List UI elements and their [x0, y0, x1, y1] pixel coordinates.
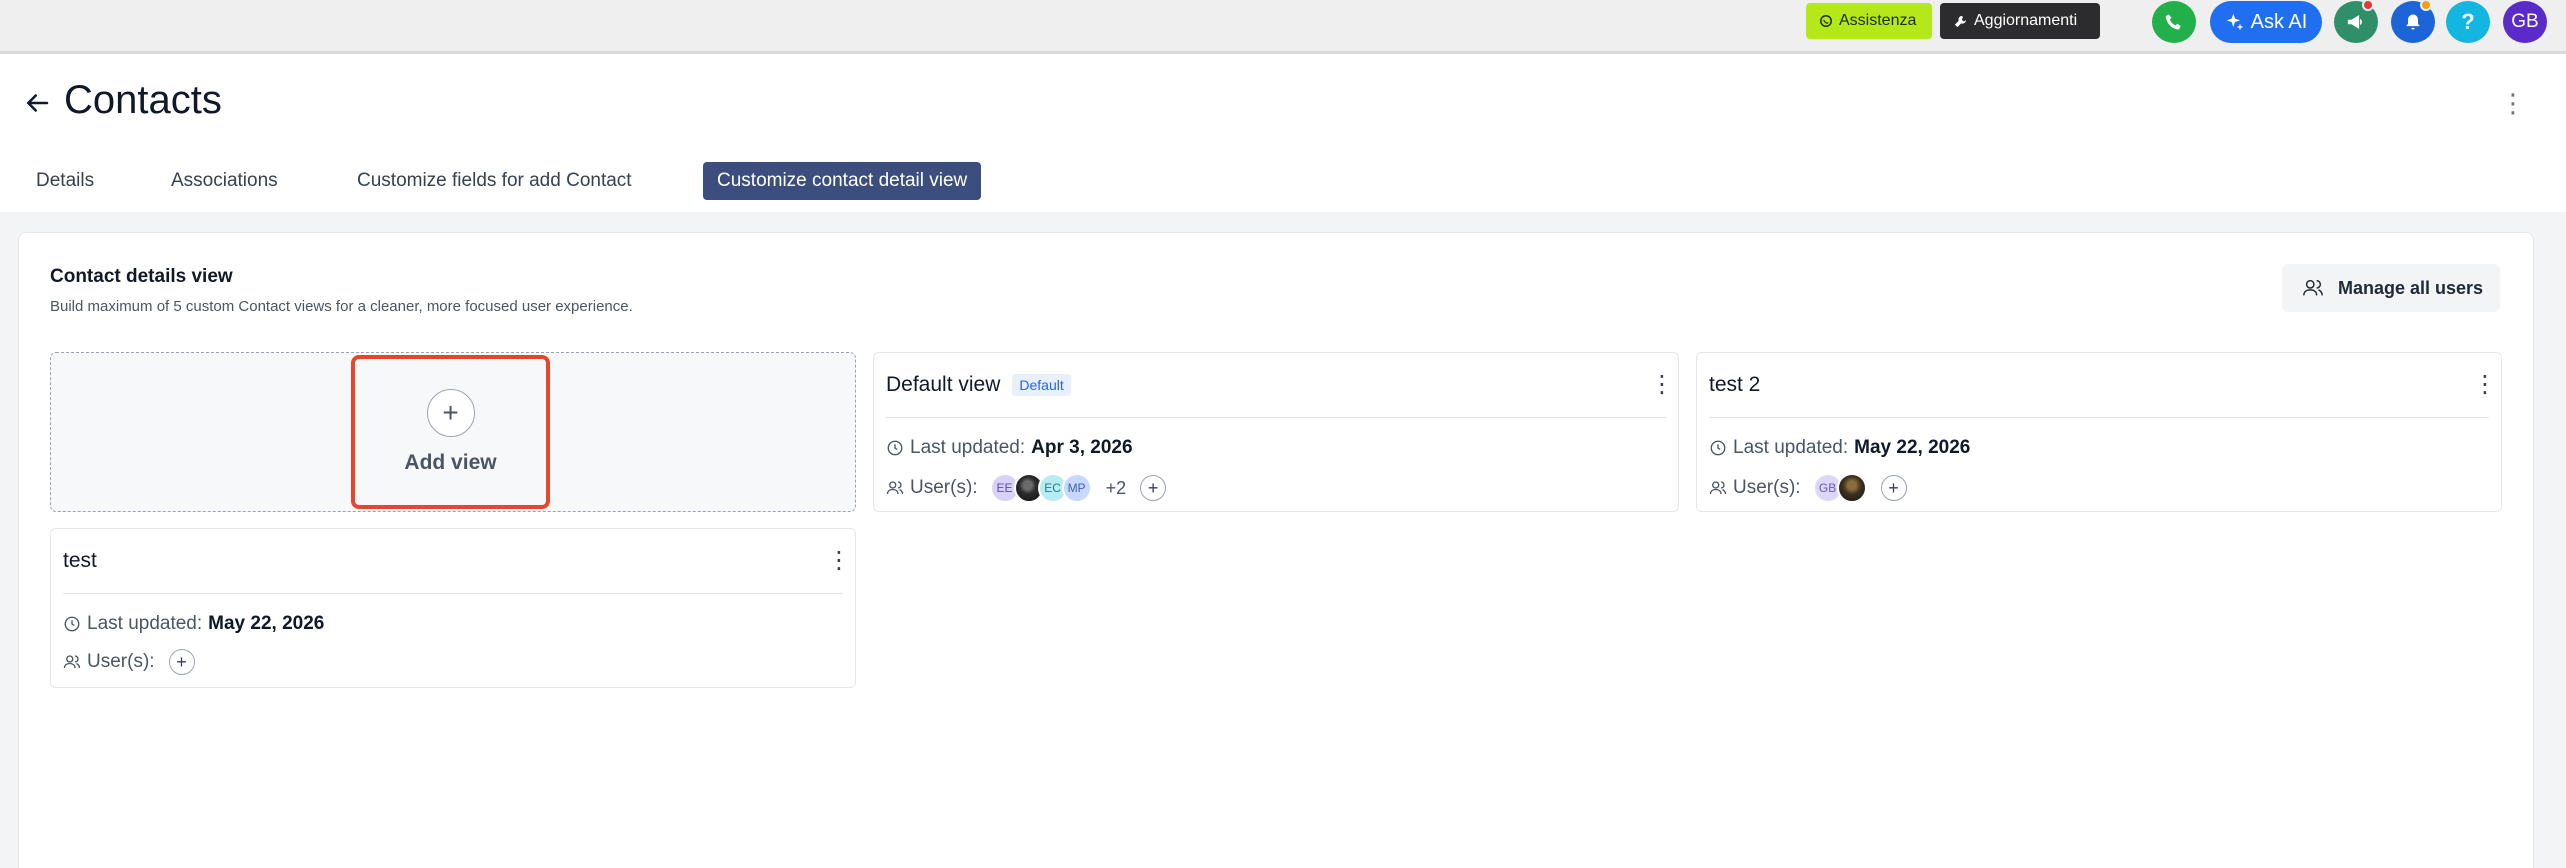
manage-all-users-button[interactable]: Manage all users [2282, 264, 2500, 312]
page-title: Contacts [64, 78, 222, 122]
tab-customize-fields[interactable]: Customize fields for add Contact [357, 162, 632, 200]
phone-icon [2165, 14, 2181, 30]
users-icon [2303, 279, 2323, 296]
wrench-icon [1954, 15, 1967, 27]
view-card-title: Default view Default [886, 373, 1071, 397]
card-divider [63, 593, 843, 594]
sparkle-icon [2226, 13, 2243, 31]
users-label: User(s): [87, 651, 155, 672]
add-view-card: + Add view [50, 352, 856, 512]
back-arrow-icon[interactable] [22, 88, 52, 118]
view-name: test [63, 549, 97, 572]
bell-icon [2406, 14, 2420, 30]
card-divider [1709, 417, 2489, 418]
tab-associations[interactable]: Associations [171, 162, 278, 200]
user-avatars: GB [1812, 473, 1867, 503]
users-label: User(s): [910, 477, 978, 498]
last-updated-value: May 22, 2026 [1854, 437, 1971, 458]
last-updated-label: Last updated: [910, 437, 1026, 458]
last-updated-row: Last updated: May 22, 2026 [63, 613, 324, 635]
ask-ai-label: Ask AI [2250, 10, 2308, 33]
view-more-icon[interactable]: ⋮ [1650, 371, 1674, 399]
users-icon [1709, 481, 1727, 495]
section-subtitle: Build maximum of 5 custom Contact views … [50, 298, 633, 315]
last-updated-value: May 22, 2026 [208, 613, 325, 634]
users-row: User(s): + [63, 649, 195, 675]
clock-icon [887, 440, 903, 456]
clock-icon [64, 616, 80, 632]
users-icon [63, 655, 81, 669]
assistenza-label: Assistenza [1839, 12, 1917, 29]
user-avatar-photo[interactable] [1836, 473, 1867, 503]
last-updated-label: Last updated: [1733, 437, 1849, 458]
view-card-title: test 2 [1709, 373, 1760, 397]
user-avatar-button[interactable]: GB [2503, 1, 2547, 43]
help-icon: ? [2461, 9, 2475, 34]
view-card-test[interactable]: test ⋮ Last updated: May 22, 2026 User(s… [50, 528, 856, 688]
add-view-label: Add view [404, 451, 497, 474]
add-user-icon[interactable]: + [168, 649, 195, 675]
help-button[interactable]: ? [2446, 1, 2490, 43]
ask-ai-button[interactable]: Ask AI [2210, 1, 2322, 43]
tab-details[interactable]: Details [36, 162, 94, 200]
aggiornamenti-label: Aggiornamenti [1974, 12, 2078, 29]
add-user-icon[interactable]: + [1880, 475, 1907, 501]
last-updated-label: Last updated: [87, 613, 203, 634]
view-card-title: test [63, 549, 97, 573]
add-view-button[interactable]: + Add view [351, 355, 550, 509]
view-more-icon[interactable]: ⋮ [2473, 371, 2497, 399]
users-label: User(s): [1733, 477, 1801, 498]
more-users-count[interactable]: +2 [1106, 478, 1127, 499]
assistenza-button[interactable]: Assistenza [1806, 3, 1932, 39]
top-bar: Assistenza Aggiornamenti Ask AI ? GB [0, 0, 2566, 54]
users-row: User(s): GB + [1709, 473, 1907, 503]
view-card-default[interactable]: Default view Default ⋮ Last updated: Apr… [873, 352, 1679, 512]
add-user-icon[interactable]: + [1140, 475, 1167, 501]
last-updated-value: Apr 3, 2026 [1031, 437, 1133, 458]
section-title: Contact details view [50, 266, 233, 287]
view-name: test 2 [1709, 373, 1761, 396]
manage-all-users-label: Manage all users [2338, 277, 2484, 298]
users-row: User(s): EE EC MP +2 + [886, 473, 1167, 503]
view-card-test-2[interactable]: test 2 ⋮ Last updated: May 22, 2026 User… [1696, 352, 2502, 512]
phone-button[interactable] [2152, 1, 2196, 43]
user-avatars: EE EC MP [989, 473, 1092, 503]
last-updated-row: Last updated: Apr 3, 2026 [886, 437, 1133, 459]
megaphone-icon [2347, 15, 2362, 29]
aggiornamenti-button[interactable]: Aggiornamenti [1940, 3, 2100, 39]
last-updated-row: Last updated: May 22, 2026 [1709, 437, 1970, 459]
view-more-icon[interactable]: ⋮ [827, 547, 851, 575]
view-name: Default view [886, 373, 1001, 396]
default-badge: Default [1012, 374, 1071, 396]
user-avatar[interactable]: MP [1061, 473, 1092, 503]
avatar-initials: GB [2511, 11, 2539, 32]
clock-icon [1710, 440, 1726, 456]
whatsapp-icon [1820, 15, 1832, 27]
card-divider [886, 417, 1666, 418]
tab-customize-detail-view[interactable]: Customize contact detail view [703, 162, 982, 200]
plus-icon: + [426, 389, 475, 437]
users-icon [886, 481, 904, 495]
page-more-icon[interactable]: ⋮ [2500, 88, 2526, 118]
